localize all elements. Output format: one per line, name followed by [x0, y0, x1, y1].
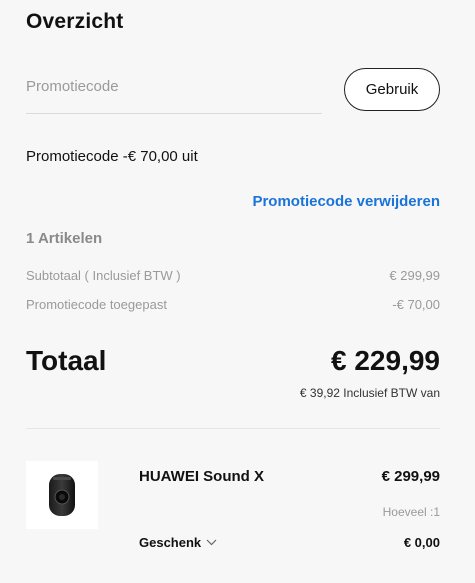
applied-promo-text: Promotiecode -€ 70,00 uit	[26, 148, 198, 165]
promo-code-input[interactable]	[26, 72, 322, 114]
product-name[interactable]: HUAWEI Sound X	[139, 468, 264, 485]
apply-promo-button[interactable]: Gebruik	[344, 68, 440, 111]
speaker-product-image[interactable]	[26, 461, 98, 529]
summary-title: Overzicht	[26, 10, 124, 33]
divider	[26, 428, 440, 429]
remove-promo-link[interactable]: Promotiecode verwijderen	[252, 193, 440, 210]
total-value: € 229,99	[331, 345, 440, 376]
gift-label: Geschenk	[139, 535, 202, 550]
promo-applied-label: Promotiecode toegepast	[26, 297, 167, 312]
product-price: € 299,99	[381, 468, 440, 485]
total-label: Totaal	[26, 345, 107, 376]
gift-dropdown[interactable]: Geschenk	[139, 535, 217, 550]
product-quantity: Hoeveel :1	[382, 505, 440, 519]
subtotal-value: € 299,99	[389, 268, 440, 283]
gift-price: € 0,00	[403, 535, 440, 550]
vat-note: € 39,92 Inclusief BTW van	[299, 386, 440, 400]
promo-applied-value: -€ 70,00	[392, 297, 440, 312]
item-count: 1 Artikelen	[26, 230, 103, 247]
subtotal-label: Subtotaal ( Inclusief BTW )	[26, 268, 181, 283]
chevron-down-icon	[206, 539, 217, 546]
speaker-icon	[49, 474, 75, 516]
